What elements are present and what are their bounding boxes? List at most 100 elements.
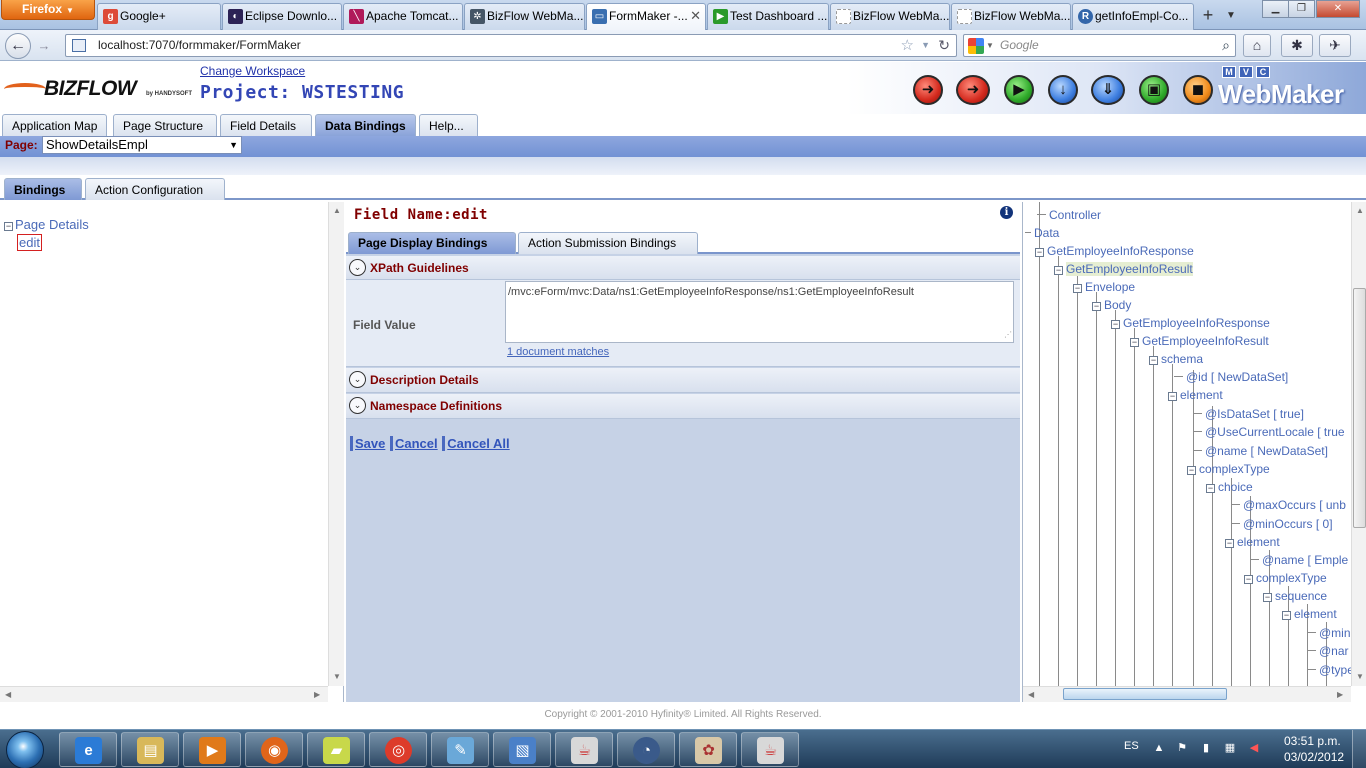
vertical-scroll-thumb[interactable] xyxy=(1353,288,1366,528)
right-vertical-scrollbar[interactable]: ▲ ▼ xyxy=(1351,202,1366,686)
tree-node-attribute[interactable]: @nar xyxy=(1307,642,1349,660)
collapse-icon[interactable]: − xyxy=(1073,284,1082,293)
taskbar-app[interactable]: ◔ xyxy=(617,732,675,767)
cancel-all-link[interactable]: Cancel All xyxy=(442,436,510,451)
tab-action-configuration[interactable]: Action Configuration xyxy=(85,178,225,200)
tree-node-attribute[interactable]: @id [ NewDataSet] xyxy=(1174,368,1288,386)
tree-node[interactable]: − element xyxy=(1282,605,1337,623)
taskbar-app[interactable]: ◎ xyxy=(369,732,427,767)
tab-data-bindings[interactable]: Data Bindings xyxy=(315,114,416,136)
back-button[interactable]: ← xyxy=(5,33,31,59)
taskbar-app[interactable]: ▤ xyxy=(121,732,179,767)
addons-icon[interactable]: ✈ xyxy=(1319,34,1351,57)
tab-field-details[interactable]: Field Details xyxy=(220,114,312,136)
tree-node[interactable]: − element xyxy=(1225,533,1280,551)
taskbar-app[interactable]: ◉ xyxy=(245,732,303,767)
left-horizontal-scrollbar[interactable]: ◀ ▶ xyxy=(0,686,328,702)
browser-tab[interactable]: BizFlow WebMa... xyxy=(951,3,1071,30)
field-value-textarea[interactable]: /mvc:eForm/mvc:Data/ns1:GetEmployeeInfoR… xyxy=(505,281,1014,343)
scroll-down-icon[interactable]: ▼ xyxy=(333,672,341,681)
site-identity-icon[interactable] xyxy=(72,39,86,52)
tab-help[interactable]: Help... xyxy=(419,114,478,136)
action-center-flag-icon[interactable]: ⚑ xyxy=(1176,742,1188,755)
taskbar-app[interactable]: ☕ xyxy=(555,732,613,767)
show-desktop-button[interactable] xyxy=(1352,730,1366,768)
browser-tab[interactable]: g Google+ xyxy=(97,3,221,30)
collapse-icon[interactable]: − xyxy=(1092,302,1101,311)
tree-node[interactable]: − choice xyxy=(1206,478,1253,496)
collapse-icon[interactable]: − xyxy=(1187,466,1196,475)
exit-red-alt-icon[interactable]: ➜ xyxy=(956,75,990,105)
tree-node[interactable]: − element xyxy=(1168,386,1223,404)
scroll-right-icon[interactable]: ▶ xyxy=(1337,690,1343,699)
tree-node-selected[interactable]: − GetEmployeeInfoResult xyxy=(1054,260,1193,278)
show-hidden-icons-icon[interactable]: ▲ xyxy=(1153,742,1165,755)
browser-tab[interactable]: ▶ Test Dashboard ... xyxy=(707,3,829,30)
tree-node[interactable]: − Envelope xyxy=(1073,278,1135,296)
horizontal-scroll-thumb[interactable] xyxy=(1063,688,1227,700)
collapse-icon[interactable]: − xyxy=(1054,266,1063,275)
chevron-down-icon[interactable]: ⌄ xyxy=(349,371,366,388)
reload-icon[interactable]: ↻ xyxy=(938,35,950,56)
tree-node[interactable]: Controller xyxy=(1037,206,1101,224)
forward-button[interactable]: → xyxy=(33,37,55,55)
taskbar-app[interactable]: ✎ xyxy=(431,732,489,767)
tree-node[interactable]: − GetEmployeeInfoResponse xyxy=(1111,314,1270,332)
tree-node[interactable]: Data xyxy=(1025,224,1059,242)
tree-node-attribute[interactable]: @UseCurrentLocale [ true xyxy=(1193,423,1345,441)
tree-node[interactable]: − Body xyxy=(1092,296,1131,314)
tree-node[interactable]: − complexType xyxy=(1244,569,1327,587)
left-vertical-scrollbar[interactable]: ▲ ▼ xyxy=(328,202,344,686)
taskbar-app[interactable]: ✿ xyxy=(679,732,737,767)
taskbar-app[interactable]: ▶ xyxy=(183,732,241,767)
close-window-button[interactable]: ✕ xyxy=(1316,0,1360,18)
description-details-header[interactable]: ⌄ Description Details xyxy=(346,368,1020,393)
chevron-down-icon[interactable]: ⌄ xyxy=(349,259,366,276)
network-tray-icon[interactable]: ▦ xyxy=(1224,742,1236,755)
tree-node[interactable]: − GetEmployeeInfoResult xyxy=(1130,332,1269,350)
clock-date[interactable]: 03/02/2012 xyxy=(1284,750,1344,764)
resize-grip-icon[interactable]: ⋰ xyxy=(1004,328,1012,342)
collapse-icon[interactable]: − xyxy=(1035,248,1044,257)
power-icon[interactable]: ▮ xyxy=(1200,742,1212,755)
volume-muted-icon[interactable]: ◀ xyxy=(1248,742,1260,755)
browser-tab-active[interactable]: ▭ FormMaker -... ✕ xyxy=(586,3,706,31)
document-matches-link[interactable]: 1 document matches xyxy=(507,346,609,358)
scroll-left-icon[interactable]: ◀ xyxy=(1028,690,1034,699)
download-blue-icon[interactable]: ↓ xyxy=(1048,75,1078,105)
collapse-icon[interactable]: − xyxy=(1263,593,1272,602)
exit-red-icon[interactable]: ➜ xyxy=(913,75,943,105)
tree-node-attribute[interactable]: @maxOccurs [ unb xyxy=(1231,496,1346,514)
scroll-up-icon[interactable]: ▲ xyxy=(1356,206,1364,215)
scroll-up-icon[interactable]: ▲ xyxy=(333,206,341,215)
tree-node[interactable]: − sequence xyxy=(1263,587,1327,605)
collapse-icon[interactable]: − xyxy=(1168,392,1177,401)
new-tab-button[interactable]: + xyxy=(1197,5,1219,27)
collapse-icon[interactable]: − xyxy=(1206,484,1215,493)
collapse-icon[interactable]: − xyxy=(1244,575,1253,584)
taskbar-app[interactable]: ☕ xyxy=(741,732,799,767)
tree-node-attribute[interactable]: @type xyxy=(1307,661,1351,679)
tab-action-submission-bindings[interactable]: Action Submission Bindings xyxy=(518,232,698,254)
xpath-guidelines-header[interactable]: ⌄ XPath Guidelines xyxy=(346,256,1020,280)
deploy-blue-icon[interactable]: ⇓ xyxy=(1091,75,1125,105)
clock-time[interactable]: 03:51 p.m. xyxy=(1284,734,1341,748)
right-horizontal-scrollbar[interactable]: ◀ ▶ xyxy=(1023,686,1351,702)
chevron-down-icon[interactable]: ⌄ xyxy=(349,397,366,414)
restore-window-button[interactable]: ❐ xyxy=(1288,0,1315,18)
page-select[interactable]: ShowDetailsEmpl ▼ xyxy=(42,136,242,154)
collapse-icon[interactable]: − xyxy=(1130,338,1139,347)
scroll-down-icon[interactable]: ▼ xyxy=(1356,672,1364,681)
address-bar[interactable]: localhost:7070/formmaker/FormMaker ☆ ▼ ↻ xyxy=(65,34,957,57)
taskbar-app[interactable]: e xyxy=(59,732,117,767)
tab-bindings[interactable]: Bindings xyxy=(4,178,82,200)
run-green-icon[interactable]: ▶ xyxy=(1004,75,1034,105)
stop-orange-icon[interactable]: ◼ xyxy=(1183,75,1213,105)
minimize-window-button[interactable]: ▁ xyxy=(1262,0,1289,18)
firefox-menu-button[interactable]: Firefox ▼ xyxy=(1,0,95,20)
namespace-definitions-header[interactable]: ⌄ Namespace Definitions xyxy=(346,394,1020,419)
tab-page-display-bindings[interactable]: Page Display Bindings xyxy=(348,232,516,254)
list-all-tabs-button[interactable]: ▼ xyxy=(1222,5,1240,27)
scroll-left-icon[interactable]: ◀ xyxy=(5,690,11,699)
tree-node-attribute[interactable]: @IsDataSet [ true] xyxy=(1193,405,1304,423)
